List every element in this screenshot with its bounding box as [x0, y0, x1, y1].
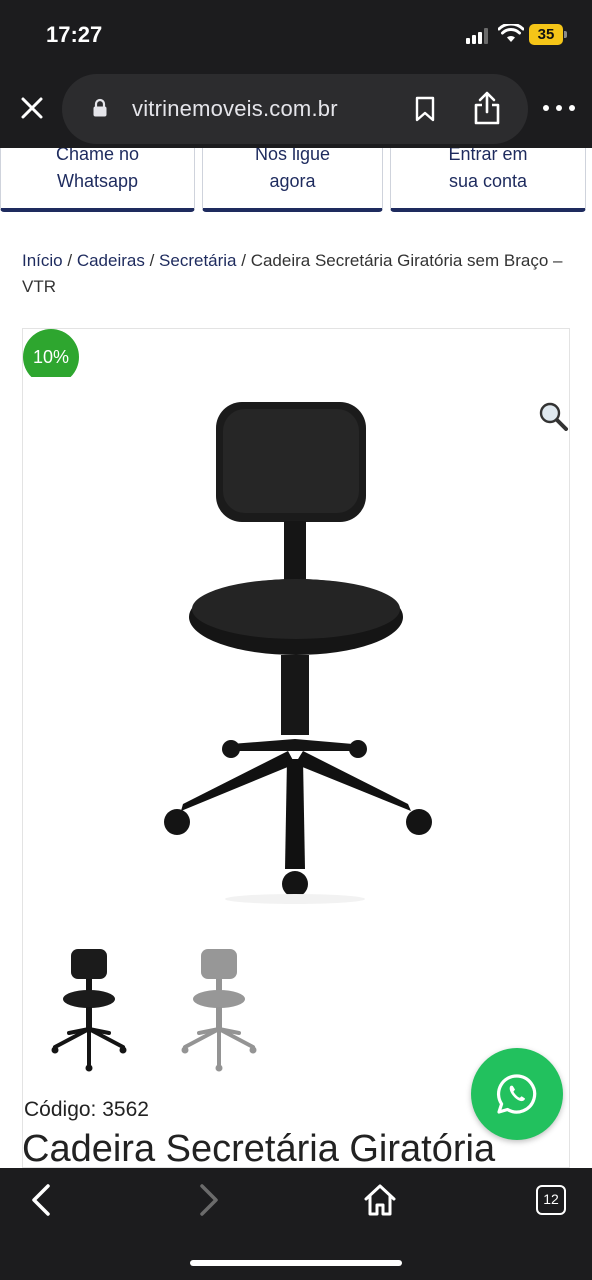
share-icon[interactable]: [472, 90, 502, 126]
bookmark-icon[interactable]: [414, 96, 436, 122]
whatsapp-floating-button[interactable]: [471, 1048, 563, 1140]
breadcrumb: Início / Cadeiras / Secretária / Cadeira…: [22, 248, 582, 300]
product-thumbnail-2[interactable]: [179, 947, 259, 1077]
product-code: Código: 3562: [24, 1098, 149, 1121]
browser-address-bar: vitrinemoveis.com.br: [0, 70, 592, 148]
forward-icon[interactable]: [192, 1182, 224, 1218]
product-gallery: 10%: [22, 328, 570, 1168]
browser-toolbar: 12: [0, 1168, 592, 1280]
wifi-icon: [498, 24, 524, 42]
button-line-1: Chame no: [55, 148, 140, 164]
status-time: 17:27: [46, 22, 103, 47]
signal-icon: [466, 28, 490, 44]
more-icon[interactable]: [542, 104, 576, 112]
button-line-1: Entrar em: [448, 148, 528, 164]
home-icon[interactable]: [362, 1182, 398, 1218]
tabs-icon[interactable]: 12: [536, 1185, 566, 1215]
close-icon: [21, 97, 43, 119]
breadcrumb-home[interactable]: Início: [22, 251, 63, 270]
product-image[interactable]: [153, 399, 443, 909]
breadcrumb-separator: /: [62, 251, 77, 270]
product-thumbnail-1[interactable]: [49, 947, 129, 1077]
close-button[interactable]: [14, 90, 50, 126]
battery-level: 35: [529, 24, 563, 45]
lock-icon: [93, 98, 107, 117]
search-zoom-icon[interactable]: [538, 401, 568, 431]
breadcrumb-separator: /: [144, 251, 160, 270]
whatsapp-contact-button[interactable]: Chame no Whatsapp: [0, 148, 195, 212]
call-us-button[interactable]: Nos ligue agora: [202, 148, 383, 212]
status-bar: 17:27 35: [0, 0, 592, 70]
web-page: Chame no Whatsapp Nos ligue agora Entrar…: [0, 148, 592, 1168]
button-line-2: sua conta: [448, 171, 528, 191]
button-line-2: agora: [269, 171, 316, 191]
url-text: vitrinemoveis.com.br: [132, 96, 338, 121]
battery-icon: 35: [529, 24, 567, 45]
url-field[interactable]: vitrinemoveis.com.br: [62, 74, 528, 144]
discount-badge: 10%: [23, 329, 79, 377]
breadcrumb-secretaria[interactable]: Secretária: [159, 251, 236, 270]
button-line-1: Nos ligue: [254, 148, 331, 164]
home-indicator: [190, 1260, 402, 1266]
button-line-2: Whatsapp: [56, 171, 139, 191]
back-icon[interactable]: [26, 1182, 58, 1218]
whatsapp-icon: [496, 1074, 537, 1114]
product-title: Cadeira Secretária Giratória: [22, 1128, 496, 1168]
login-button[interactable]: Entrar em sua conta: [390, 148, 586, 212]
breadcrumb-separator: /: [236, 251, 251, 270]
breadcrumb-cadeiras[interactable]: Cadeiras: [77, 251, 145, 270]
